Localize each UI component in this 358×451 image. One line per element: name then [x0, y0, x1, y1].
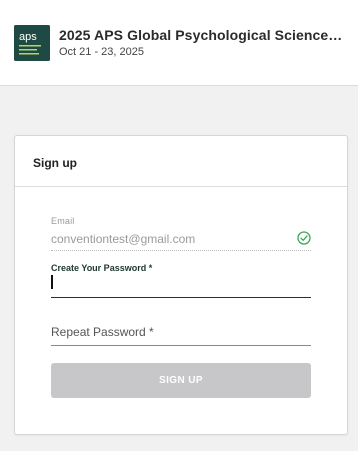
repeat-password-underline	[51, 345, 311, 346]
sign-up-button[interactable]: SIGN UP	[51, 363, 311, 398]
email-underline	[51, 250, 311, 251]
check-circle-icon	[297, 231, 311, 245]
event-title: 2025 APS Global Psychological Science…	[59, 27, 343, 43]
email-value[interactable]: conventiontest@gmail.com	[51, 232, 195, 246]
create-password-underline	[51, 297, 311, 298]
signup-card-header: Sign up	[15, 136, 347, 187]
create-password-label: Create Your Password *	[51, 263, 153, 273]
create-password-field[interactable]: Create Your Password *	[51, 263, 311, 299]
logo-text: aps	[19, 31, 37, 43]
event-dates: Oct 21 - 23, 2025	[59, 46, 144, 58]
repeat-password-placeholder: Repeat Password *	[51, 325, 154, 339]
email-label: Email	[51, 216, 75, 226]
create-password-input[interactable]	[51, 273, 311, 291]
repeat-password-field[interactable]: Repeat Password *	[51, 325, 311, 349]
app-header: aps 2025 APS Global Psychological Scienc…	[0, 0, 358, 86]
signup-card: Sign up Email conventiontest@gmail.com C…	[14, 135, 348, 435]
event-logo: aps	[14, 25, 50, 61]
email-field[interactable]: Email conventiontest@gmail.com	[51, 216, 311, 252]
signup-title: Sign up	[33, 156, 77, 170]
